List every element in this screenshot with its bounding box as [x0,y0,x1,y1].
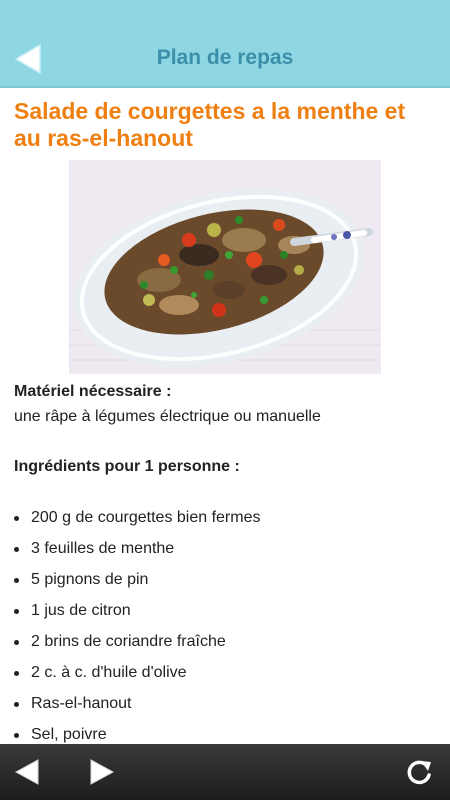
page-title: Plan de repas [156,46,294,69]
refresh-icon[interactable] [404,758,434,788]
equipment-label: Matériel nécessaire : [14,383,172,400]
prev-arrow-icon[interactable] [14,758,40,786]
salad-illustration [69,160,381,374]
recipe-content[interactable]: Salade de courgettes a la menthe et au r… [0,88,450,744]
app-header: Plan de repas [0,0,450,88]
ingredients-label: Ingrédients pour 1 personne : [14,458,240,475]
ingredients-list: 200 g de courgettes bien fermes 3 feuill… [14,502,260,744]
list-item: Ras-el-hanout [14,688,260,719]
list-item: 3 feuilles de menthe [14,533,260,564]
recipe-photo [69,160,381,374]
equipment-text: une râpe à légumes électrique ou manuell… [14,408,321,425]
list-item: 200 g de courgettes bien fermes [14,502,260,533]
list-item: 2 brins de coriandre fraîche [14,626,260,657]
list-item: Sel, poivre [14,719,260,744]
list-item: 1 jus de citron [14,595,260,626]
next-arrow-icon[interactable] [89,758,115,786]
bottom-toolbar [0,744,450,800]
recipe-title: Salade de courgettes a la menthe et au r… [14,98,406,151]
list-item: 2 c. à c. d'huile d'olive [14,657,260,688]
list-item: 5 pignons de pin [14,564,260,595]
